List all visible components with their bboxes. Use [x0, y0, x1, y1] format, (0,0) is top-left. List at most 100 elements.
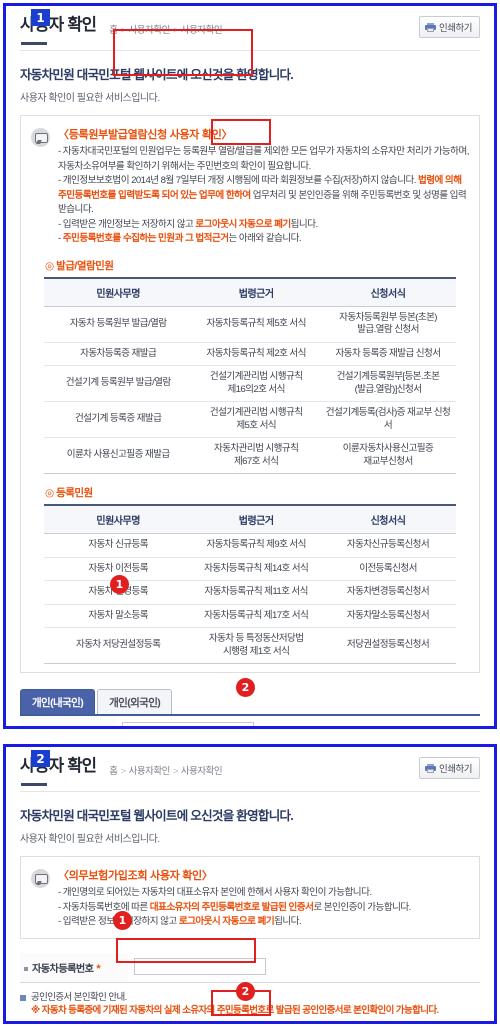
table-cell: 이륜차 사용신고필증 재발급 [44, 437, 193, 474]
table-cell: 자동차등록규칙 제11호 서식 [192, 580, 321, 605]
table-cell: 건설기계 등록원부 발급/열람 [44, 365, 193, 402]
table-cell: 자동차말소등록신청서 [320, 604, 456, 628]
tab-foreign-individual[interactable]: 개인(외국인) [97, 689, 173, 714]
table-cell: 자동차등록규칙 제2호 서식 [192, 342, 321, 366]
header-divider [20, 791, 480, 792]
table-row: 자동차 신규등록 자동차등록규칙 제9호 서식 자동차신규등록신청서 [44, 533, 456, 558]
notice-line: - 주민등록번호를 수집하는 민원과 그 법적근거는 아래와 같습니다. [58, 233, 302, 244]
breadcrumb-separator-icon: > [172, 766, 179, 777]
car-number-input[interactable] [134, 958, 266, 976]
table-cell: 자동차등록규칙 제14호 서식 [192, 557, 321, 581]
table-header-row: 민원사무명 법령근거 신청서식 [44, 504, 456, 534]
notice-title: 〈의무보험가입조회 사용자 확인〉 [58, 870, 213, 882]
table-row: 자동차 저당권설정등록 자동차 등 특정동산저당법 시행령 제1호 서식 저당권설정등… [44, 627, 456, 664]
table-cell: 자동차 등록증 재발급 신청서 [320, 342, 456, 366]
step-marker-2-panel-1: 2 [236, 678, 255, 697]
table-cell: 자동차등록규칙 제17호 서식 [192, 604, 321, 628]
breadcrumb-item-2: 사용자확인 [180, 25, 223, 36]
header-divider [20, 50, 480, 51]
table-cell: 자동차 말소등록 [44, 604, 193, 628]
breadcrumb-separator-icon: > [172, 25, 179, 36]
notice-line: - 입력받은 개인정보는 저장하지 않고 로그아웃시 자동으로 폐기됩니다. [58, 218, 318, 230]
notice-title: 〈등록원부발급열람신청 사용자 확인〉 [58, 129, 233, 141]
user-verification-panel-1: 사용자 확인 홈 > 사용자확인 > 사용자확인 인쇄하기 자동차민원 대국민포털 웹사… [3, 3, 497, 729]
step-badge-panel-1: 1 [31, 9, 50, 26]
step-marker-2-panel-2: 2 [236, 982, 255, 1001]
breadcrumb: 홈 > 사용자확인 > 사용자확인 [109, 22, 222, 36]
table-row: 건설기계 등록원부 발급/열람 건설기계관리법 시행규칙 제16의2호 서식 건설기계… [44, 365, 456, 402]
tab-korean-individual[interactable]: 개인(내국인) [20, 689, 96, 714]
page-header-2: 사용자 확인 홈 > 사용자확인 > 사용자확인 인쇄하기 [20, 747, 480, 779]
column-header: 신청서식 [320, 504, 456, 534]
notice-line: - 자동차대국민포털의 민원업무는 등록원부 열람/발급를 제외한 모든 업무가… [58, 146, 469, 172]
step-badge-panel-2: 2 [31, 750, 50, 767]
page-header-1: 사용자 확인 홈 > 사용자확인 > 사용자확인 인쇄하기 [20, 6, 480, 38]
table-row: 건설기계 등록증 재발급 건설기계관리법 시행규칙 제5호 서식 건설기계등록(검사)… [44, 401, 456, 438]
notice-box-2: 〈의무보험가입조회 사용자 확인〉 - 개인명의로 되어있는 자동차의 대표소유… [20, 856, 480, 939]
speech-bubble-icon [31, 128, 50, 147]
speech-bubble-icon [31, 869, 50, 888]
notice-line: - 개인명의로 되어있는 자동차의 대표소유자 본인에 한해서 사용자 확인이 … [58, 887, 372, 898]
table-cell: 자동차신규등록신청서 [320, 533, 456, 558]
table-row: 자동차등록증 재발급 자동차등록규칙 제2호 서식 자동차 등록증 재발급 신청서 [44, 342, 456, 366]
breadcrumb-item-home[interactable]: 홈 [109, 766, 118, 777]
table-cell: 자동차등록규칙 제9호 서식 [192, 533, 321, 558]
print-button-label: 인쇄하기 [439, 764, 472, 775]
table-cell: 건설기계등록(검사)증 재교부 신청서 [320, 401, 456, 438]
law-table-registration: 민원사무명 법령근거 신청서식 자동차 신규등록 자동차등록규칙 제9호 서식 자동… [44, 504, 456, 664]
table-row: 자동차 변경등록 자동차등록규칙 제11호 서식 자동차변경등록신청서 [44, 580, 456, 605]
welcome-subtitle: 사용자 확인이 필요한 서비스입니다. [20, 93, 160, 104]
step-marker-1-panel-1: 1 [110, 575, 129, 594]
table-cell: 이륜자동차사용신고필증 재교부신청서 [320, 437, 456, 474]
column-header: 법령근거 [192, 504, 321, 534]
column-header: 법령근거 [192, 276, 321, 307]
title-underline [21, 783, 47, 786]
table-cell: 자동차등록규칙 제5호 서식 [192, 306, 321, 343]
print-button-label: 인쇄하기 [439, 23, 472, 34]
welcome-title: 자동차민원 대국민포털 웹사이트에 오신것을 환영합니다. [20, 809, 294, 823]
breadcrumb: 홈 > 사용자확인 > 사용자확인 [109, 763, 222, 777]
printer-icon [425, 22, 437, 32]
breadcrumb-item-1[interactable]: 사용자확인 [129, 25, 171, 36]
column-header: 민원사무명 [44, 276, 193, 307]
column-header: 민원사무명 [44, 504, 193, 534]
required-mark: * [96, 962, 101, 975]
breadcrumb-separator-icon: > [120, 766, 127, 777]
table-row: 자동차 말소등록 자동차등록규칙 제17호 서식 자동차말소등록신청서 [44, 604, 456, 628]
car-number-form: 자동차등록번호 * [20, 952, 480, 983]
table-cell: 자동차 등록원부 발급/열람 [44, 306, 193, 343]
form-row-car-number: 자동차등록번호 * [20, 952, 480, 982]
breadcrumb-item-home[interactable]: 홈 [109, 25, 118, 36]
table-cell: 건설기계관리법 시행규칙 제16의2호 서식 [192, 365, 321, 402]
table-cell: 자동차 저당권설정등록 [44, 627, 193, 664]
table-cell: 자동차 신규등록 [44, 533, 193, 558]
user-verification-panel-2: 사용자 확인 홈 > 사용자확인 > 사용자확인 인쇄하기 자동차민원 대국민포털 웹사… [3, 744, 497, 1024]
table-cell: 건설기계 등록증 재발급 [44, 401, 193, 438]
section-heading-issuance: ◎ 발급/열람민원 [45, 259, 114, 272]
table-cell: 건설기계관리법 시행규칙 제5호 서식 [192, 401, 321, 438]
car-number-label: 자동차등록번호 * [20, 952, 128, 982]
welcome-subtitle: 사용자 확인이 필요한 서비스입니다. [20, 834, 160, 845]
name-input[interactable] [122, 721, 254, 726]
table-cell: 자동차관리법 시행규칙 제67호 서식 [192, 437, 321, 474]
print-button[interactable]: 인쇄하기 [419, 757, 480, 779]
table-cell: 자동차등록원부 등본(초본) 발급.열람 신청서 [320, 306, 456, 343]
printer-icon [425, 763, 437, 773]
table-cell: 이전등록신청서 [320, 557, 456, 581]
name-label: 이름* [20, 716, 116, 726]
welcome-title: 자동차민원 대국민포털 웹사이트에 오신것을 환영합니다. [20, 68, 294, 82]
breadcrumb-item-1[interactable]: 사용자확인 [129, 766, 171, 777]
law-table-issuance: 민원사무명 법령근거 신청서식 자동차 등록원부 발급/열람 자동차등록규칙 제5… [44, 276, 456, 474]
table-row: 자동차 등록원부 발급/열람 자동차등록규칙 제5호 서식 자동차등록원부 등본(초… [44, 306, 456, 343]
table-cell: 자동차변경등록신청서 [320, 580, 456, 605]
footnote-cert-detail: ※ 자동차 등록증에 기재된 자동차의 실제 소유자의 주민등록번호로 발급된 … [31, 1005, 439, 1016]
notice-line: - 개인정보보호법이 2014년 8월 7일부터 개정 시행됨에 따라 회원정보… [58, 175, 467, 215]
table-cell: 저당권설정등록신청서 [320, 627, 456, 664]
bullet-square-icon [20, 994, 26, 1001]
breadcrumb-separator-icon: > [120, 25, 127, 36]
column-header: 신청서식 [320, 276, 456, 307]
print-button[interactable]: 인쇄하기 [419, 16, 480, 38]
section-heading-registration: ◎ 등록민원 [45, 487, 93, 499]
table-row: 이륜차 사용신고필증 재발급 자동차관리법 시행규칙 제67호 서식 이륜자동차사용신… [44, 437, 456, 474]
table-cell: 자동차등록증 재발급 [44, 342, 193, 366]
